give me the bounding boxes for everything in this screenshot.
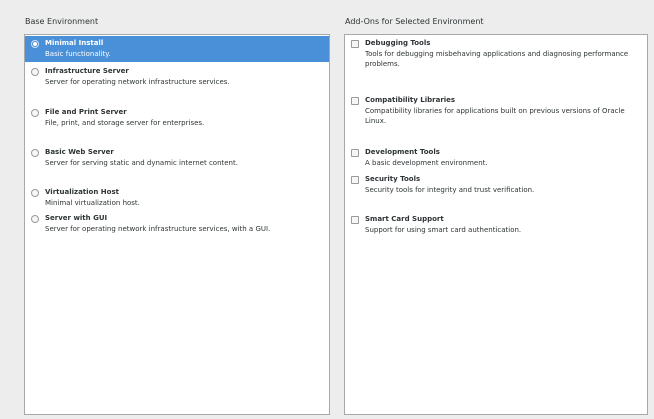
radio-button[interactable] [31,109,39,117]
env-option-name: File and Print Server [45,108,127,116]
env-option-name: Virtualization Host [45,188,119,196]
checkbox[interactable] [351,149,359,157]
addon-option-debugging-tools[interactable]: Debugging Tools Tools for debugging misb… [345,36,647,76]
env-option-desc: Server for operating network infrastruct… [45,225,271,233]
env-option-desc: Basic functionality. [45,50,111,58]
addon-option-desc: A basic development environment. [365,159,488,167]
addon-option-smart-card-support[interactable]: Smart Card Support Support for using sma… [345,212,647,238]
checkbox[interactable] [351,97,359,105]
software-selection-screen: Base Environment Add-Ons for Selected En… [0,0,654,419]
env-option-name: Basic Web Server [45,148,114,156]
radio-button[interactable] [31,40,39,48]
checkbox[interactable] [351,176,359,184]
base-environment-title: Base Environment [25,17,99,26]
addon-option-desc: Compatibility libraries for applications… [365,107,625,125]
env-option-minimal-install[interactable]: Minimal Install Basic functionality. [25,36,329,62]
env-option-desc: Minimal virtualization host. [45,199,140,207]
env-option-name: Infrastructure Server [45,67,129,75]
checkbox[interactable] [351,216,359,224]
radio-button[interactable] [31,215,39,223]
env-option-basic-web-server[interactable]: Basic Web Server Server for serving stat… [25,145,329,183]
env-option-desc: File, print, and storage server for ente… [45,119,205,127]
env-option-name: Minimal Install [45,39,104,47]
env-option-file-and-print-server[interactable]: File and Print Server File, print, and s… [25,105,329,143]
env-option-virtualization-host[interactable]: Virtualization Host Minimal virtualizati… [25,185,329,211]
addon-option-desc: Tools for debugging misbehaving applicat… [365,50,629,68]
env-option-desc: Server for serving static and dynamic in… [45,159,238,167]
base-environment-list: Minimal Install Basic functionality. Inf… [24,34,330,415]
env-option-server-with-gui[interactable]: Server with GUI Server for operating net… [25,211,329,237]
radio-button[interactable] [31,68,39,76]
addon-option-desc: Support for using smart card authenticat… [365,226,522,234]
addon-option-development-tools[interactable]: Development Tools A basic development en… [345,145,647,171]
addon-option-name: Security Tools [365,175,421,183]
addon-option-desc: Security tools for integrity and trust v… [365,186,535,194]
env-option-name: Server with GUI [45,214,108,222]
addons-title: Add-Ons for Selected Environment [345,17,484,26]
addon-option-compatibility-libraries[interactable]: Compatibility Libraries Compatibility li… [345,93,647,133]
radio-button[interactable] [31,189,39,197]
radio-button[interactable] [31,149,39,157]
addon-option-name: Development Tools [365,148,440,156]
addon-option-security-tools[interactable]: Security Tools Security tools for integr… [345,172,647,198]
addon-option-name: Smart Card Support [365,215,444,223]
env-option-infrastructure-server[interactable]: Infrastructure Server Server for operati… [25,64,329,102]
checkbox[interactable] [351,40,359,48]
addon-option-name: Debugging Tools [365,39,431,47]
addons-list: Debugging Tools Tools for debugging misb… [344,34,648,415]
env-option-desc: Server for operating network infrastruct… [45,78,230,86]
addon-option-name: Compatibility Libraries [365,96,456,104]
